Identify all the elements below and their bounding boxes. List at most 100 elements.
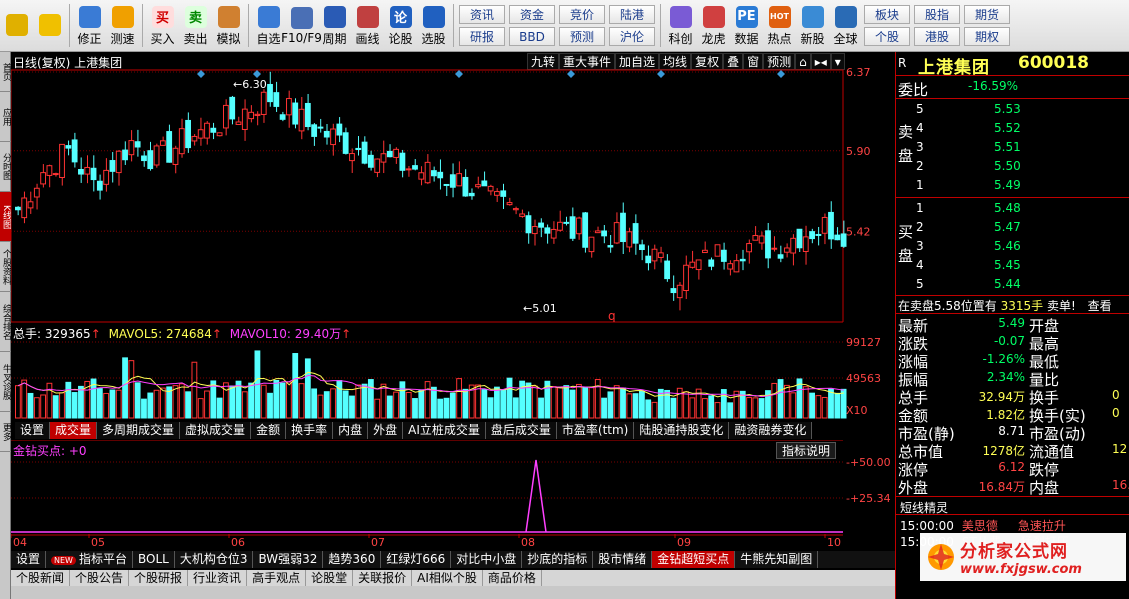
buy-order-row[interactable]: 3 5.46	[916, 237, 1129, 257]
toolbar-button-pe[interactable]: PE 数据	[730, 2, 763, 50]
toolbar-button-newstock[interactable]: 新股	[796, 2, 829, 50]
volume-chart[interactable]: 99127 49563 X10	[11, 322, 895, 422]
toolbar-small-button[interactable]: 期权	[964, 27, 1010, 46]
bottom-tab-0[interactable]: 设置	[11, 551, 47, 568]
candle-body	[708, 259, 715, 267]
toolbar-button-f10[interactable]: F10/F9	[281, 2, 322, 50]
toolbar-button-back-arrow[interactable]	[33, 2, 66, 50]
toolbar-button-clock[interactable]: 周期	[318, 2, 351, 50]
toolbar-small-button[interactable]: 陆港	[609, 5, 655, 24]
big-order-alert[interactable]: 在卖盘5.58位置有 3315手 卖单! 查看	[898, 297, 1112, 314]
news-tab-0[interactable]: 个股新闻	[11, 570, 71, 586]
left-tab-0[interactable]: 首页	[0, 52, 11, 92]
bottom-tab-9[interactable]: 股市情绪	[593, 551, 653, 568]
toolbar-button-star[interactable]: 自选	[252, 2, 285, 50]
toolbar-small-button[interactable]: 预测	[559, 27, 605, 46]
buy-order-row[interactable]: 5 5.44	[916, 275, 1129, 295]
toolbar-button-rocket[interactable]: 科创	[664, 2, 697, 50]
indicator-tab-7[interactable]: 外盘	[368, 422, 404, 439]
toolbar-button-refresh[interactable]: 修正	[73, 2, 106, 50]
toolbar-button-buy[interactable]: 买买入	[146, 2, 179, 50]
toolbar-small-button[interactable]: 研报	[459, 27, 505, 46]
toolbar-small-button[interactable]: 个股	[864, 27, 910, 46]
left-tab-3[interactable]: K线图	[0, 192, 11, 242]
news-tab-4[interactable]: 高手观点	[247, 570, 307, 586]
toolbar-small-button[interactable]: 期货	[964, 5, 1010, 24]
indicator-tab-9[interactable]: 盘后成交量	[485, 422, 557, 439]
toolbar-small-button[interactable]: 沪伦	[609, 27, 655, 46]
bottom-tab-11[interactable]: 牛熊先知副图	[735, 551, 819, 568]
left-tab-7[interactable]: 更多	[0, 412, 11, 452]
left-tab-6[interactable]: 牛叉诊股	[0, 352, 11, 412]
toolbar-small-button[interactable]: 资讯	[459, 5, 505, 24]
jinzuan-indicator-chart[interactable]: -+50.00 -+25.34 04 05 06 07 08 09 10	[11, 440, 895, 550]
left-tab-1[interactable]: 应用	[0, 92, 11, 142]
indicator-tab-12[interactable]: 融资融券变化	[729, 422, 813, 439]
indicator-tab-4[interactable]: 金额	[251, 422, 287, 439]
toolbar-small-button[interactable]: 板块	[864, 5, 910, 24]
sell-order-row[interactable]: 2 5.50	[916, 157, 1129, 177]
big-order-link[interactable]: 查看	[1088, 299, 1112, 313]
toolbar-button-hot[interactable]: HOT 热点	[763, 2, 796, 50]
news-tab-8[interactable]: 商品价格	[483, 570, 542, 586]
bottom-tab-2[interactable]: BOLL	[133, 551, 175, 568]
sell-order-row[interactable]: 4 5.52	[916, 119, 1129, 139]
volume-bar	[405, 391, 412, 419]
toolbar-small-button[interactable]: 港股	[914, 27, 960, 46]
toolbar-button-select-stock[interactable]: 选股	[417, 2, 450, 50]
news-tab-2[interactable]: 个股研报	[129, 570, 189, 586]
indicator-tab-6[interactable]: 内盘	[333, 422, 369, 439]
left-tab-2[interactable]: 分时图	[0, 142, 11, 192]
elf-row[interactable]: 15:00:00 美思德 急速拉升	[900, 517, 1066, 534]
toolbar-small-button[interactable]: BBD	[509, 27, 555, 46]
sell-order-row[interactable]: 3 5.51	[916, 138, 1129, 158]
toolbar-small-button[interactable]: 资金	[509, 5, 555, 24]
toolbar-button-sell[interactable]: 卖卖出	[179, 2, 212, 50]
candle-body	[670, 288, 677, 294]
candle-body	[223, 104, 229, 129]
toolbar-button-hammer[interactable]: 模拟	[212, 2, 245, 50]
toolbar-button-dragon[interactable]: 龙虎	[697, 2, 730, 50]
toolbar-button-windows-grid[interactable]	[0, 2, 33, 50]
candle-body	[500, 190, 507, 197]
news-tab-7[interactable]: AI相似个股	[412, 570, 483, 586]
news-tab-6[interactable]: 关联报价	[353, 570, 413, 586]
bottom-tab-4[interactable]: BW强弱32	[253, 551, 324, 568]
news-tab-5[interactable]: 论股堂	[306, 570, 354, 586]
indicator-tab-0[interactable]: 设置	[15, 422, 51, 439]
indicator-tab-11[interactable]: 陆股通持股变化	[634, 422, 730, 439]
volume-bar	[670, 397, 677, 419]
indicator-tab-1[interactable]: 成交量	[50, 422, 98, 439]
indicator-tab-5[interactable]: 换手率	[286, 422, 334, 439]
toolbar-small-button[interactable]: 股指	[914, 5, 960, 24]
buy-order-row[interactable]: 2 5.47	[916, 218, 1129, 238]
price-chart[interactable]: 6.37 5.90 5.42 ←6.30 ←5.01 q	[11, 52, 895, 322]
indicator-tab-8[interactable]: AI立桩成交量	[403, 422, 486, 439]
bottom-tab-1[interactable]: NEW 指标平台	[46, 551, 133, 568]
buy-order-row[interactable]: 1 5.48	[916, 199, 1129, 219]
bottom-tab-6[interactable]: 红绿灯666	[381, 551, 452, 568]
toolbar-button-discuss[interactable]: 论论股	[384, 2, 417, 50]
bottom-tab-7[interactable]: 对比中小盘	[451, 551, 523, 568]
toolbar-button-speed[interactable]: 测速	[106, 2, 139, 50]
news-tab-3[interactable]: 行业资讯	[188, 570, 248, 586]
left-tab-4[interactable]: 个股资料	[0, 242, 11, 292]
toolbar-button-globe[interactable]: 全球	[829, 2, 862, 50]
bottom-tab-5[interactable]: 趋势360	[323, 551, 382, 568]
indicator-tab-10[interactable]: 市盈率(ttm)	[556, 422, 635, 439]
candle-body	[468, 192, 475, 197]
indicator-tab-3[interactable]: 虚拟成交量	[180, 422, 252, 439]
left-tab-5[interactable]: 综合排名	[0, 292, 11, 352]
sell-order-row[interactable]: 5 5.53	[916, 100, 1129, 120]
news-tab-1[interactable]: 个股公告	[70, 570, 130, 586]
candle-body	[557, 221, 563, 231]
buy-order-row[interactable]: 4 5.45	[916, 256, 1129, 276]
toolbar-small-button[interactable]: 竞价	[559, 5, 605, 24]
sell-order-row[interactable]: 1 5.49	[916, 176, 1129, 196]
bottom-tab-8[interactable]: 抄底的指标	[522, 551, 594, 568]
bottom-tab-10[interactable]: 金钻超短买点	[652, 551, 736, 568]
candle-body	[494, 191, 500, 196]
toolbar-button-pencil[interactable]: 画线	[351, 2, 384, 50]
indicator-tab-2[interactable]: 多周期成交量	[97, 422, 181, 439]
bottom-tab-3[interactable]: 大机构仓位3	[175, 551, 254, 568]
